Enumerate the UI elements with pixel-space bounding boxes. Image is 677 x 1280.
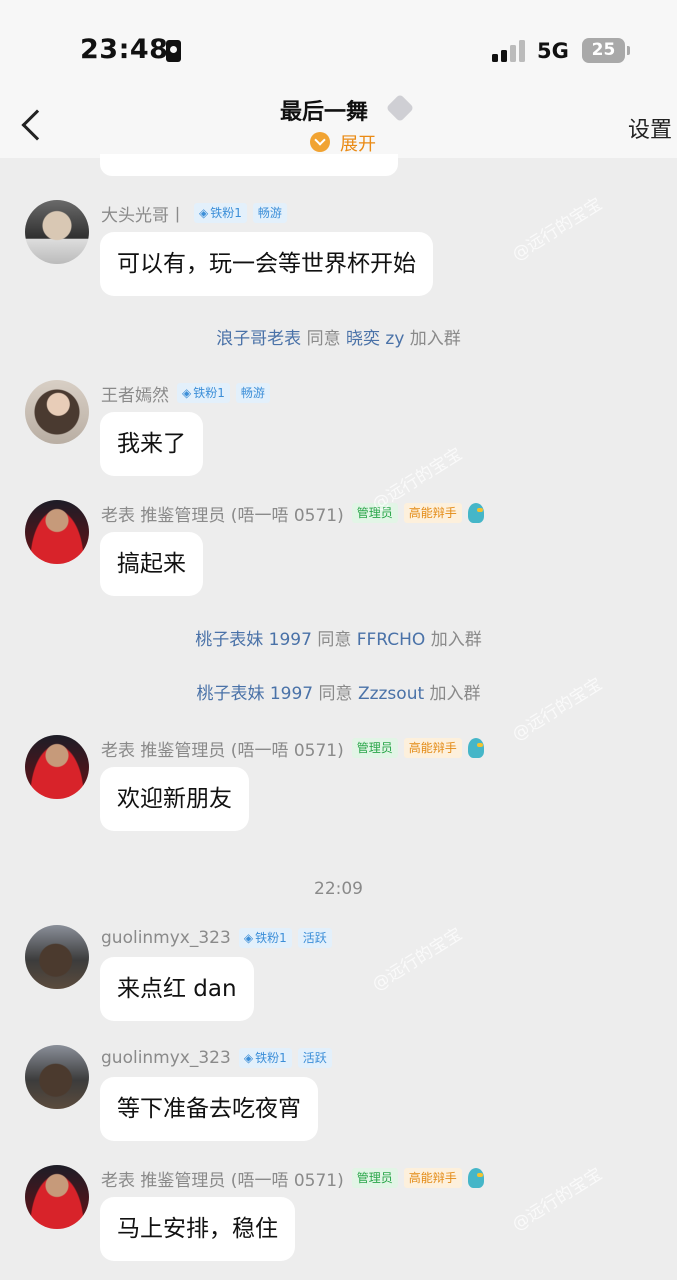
- system-action: 加入群: [430, 630, 482, 650]
- invitee-name[interactable]: FFRCHO: [357, 630, 426, 650]
- fan-level-badge: 铁粉1: [177, 383, 230, 403]
- sender-name[interactable]: 老表 推鉴管理员 (唔一唔 0571): [101, 501, 344, 526]
- avatar[interactable]: [25, 925, 89, 989]
- parrot-icon: [467, 503, 484, 523]
- group-title[interactable]: 最后一舞: [280, 94, 368, 126]
- debater-badge: 高能辩手: [403, 503, 462, 523]
- system-verb: 同意: [306, 329, 341, 349]
- avatar[interactable]: [25, 380, 89, 444]
- invitee-name[interactable]: 晓奕 zy: [346, 329, 404, 349]
- sender-row: 老表 推鉴管理员 (唔一唔 0571) 管理员 高能辩手: [101, 1165, 484, 1191]
- settings-button[interactable]: 设置: [628, 112, 672, 144]
- sender-name[interactable]: 老表 推鉴管理员 (唔一唔 0571): [101, 736, 344, 761]
- system-verb: 同意: [318, 684, 353, 704]
- sender-row: 老表 推鉴管理员 (唔一唔 0571) 管理员 高能辩手: [101, 735, 484, 761]
- watermark: @远行的宝宝: [508, 194, 606, 266]
- sender-row: guolinmyx_323 铁粉1 活跃: [101, 925, 332, 951]
- message-bubble[interactable]: 搞起来: [100, 532, 203, 596]
- watermark: @远行的宝宝: [508, 1164, 606, 1236]
- debater-badge: 高能辩手: [403, 1168, 462, 1188]
- sender-row: 大头光哥丨 铁粉1 畅游: [101, 200, 287, 226]
- message-bubble[interactable]: 欢迎新朋友: [100, 767, 249, 831]
- system-action: 加入群: [409, 329, 461, 349]
- parrot-icon: [467, 1168, 484, 1188]
- system-join-notice: 桃子表妹 1997 同意 FFRCHO 加入群: [0, 625, 677, 650]
- battery-icon: 25: [582, 38, 625, 63]
- message-bubble[interactable]: 可以有，玩一会等世界杯开始: [100, 232, 433, 296]
- cellular-signal-icon: [492, 40, 526, 62]
- sender-name[interactable]: guolinmyx_323: [101, 928, 231, 948]
- orientation-lock-icon: [166, 40, 181, 62]
- activity-badge: 畅游: [235, 383, 270, 403]
- clock: 23:48: [80, 34, 169, 65]
- message-bubble[interactable]: 来点红 dan: [100, 957, 254, 1021]
- fan-level-badge: 铁粉1: [194, 203, 247, 223]
- avatar[interactable]: [25, 200, 89, 264]
- chat-header: 最后一舞 展开 设置: [0, 93, 677, 158]
- avatar[interactable]: [25, 1045, 89, 1109]
- message-bubble[interactable]: 马上安排，稳住: [100, 1197, 295, 1261]
- admin-badge: 管理员: [351, 1168, 398, 1188]
- watermark: @远行的宝宝: [368, 924, 466, 996]
- chevron-down-icon: [310, 132, 330, 152]
- network-type: 5G: [537, 39, 569, 63]
- activity-badge: 活跃: [297, 1048, 332, 1068]
- activity-badge: 活跃: [297, 928, 332, 948]
- system-join-notice: 浪子哥老表 同意 晓奕 zy 加入群: [0, 324, 677, 349]
- message-bubble[interactable]: 我来了: [100, 412, 203, 476]
- avatar[interactable]: [25, 735, 89, 799]
- sender-name[interactable]: 王者嫣然: [101, 381, 169, 406]
- avatar[interactable]: [25, 500, 89, 564]
- inviter-name[interactable]: 浪子哥老表: [216, 329, 301, 349]
- admin-badge: 管理员: [351, 738, 398, 758]
- expand-label: 展开: [340, 134, 376, 155]
- fan-level-badge: 铁粉1: [238, 928, 292, 948]
- sender-row: 老表 推鉴管理员 (唔一唔 0571) 管理员 高能辩手: [101, 500, 484, 526]
- system-verb: 同意: [317, 630, 352, 650]
- system-action: 加入群: [429, 684, 481, 704]
- debater-badge: 高能辩手: [403, 738, 462, 758]
- inviter-name[interactable]: 桃子表妹 1997: [195, 630, 312, 650]
- sender-row: 王者嫣然 铁粉1 畅游: [101, 380, 270, 406]
- message-bubble[interactable]: 等下准备去吃夜宵: [100, 1077, 318, 1141]
- sender-name[interactable]: guolinmyx_323: [101, 1048, 231, 1068]
- battery-cap: [627, 46, 630, 55]
- sender-name[interactable]: 老表 推鉴管理员 (唔一唔 0571): [101, 1166, 344, 1191]
- sender-name[interactable]: 大头光哥丨: [101, 201, 186, 226]
- inviter-name[interactable]: 桃子表妹 1997: [196, 684, 313, 704]
- sender-row: guolinmyx_323 铁粉1 活跃: [101, 1045, 332, 1071]
- status-bar: 23:48 5G 25: [0, 0, 677, 100]
- message-bubble-previous[interactable]: [100, 154, 398, 176]
- invitee-name[interactable]: Zzzsout: [358, 684, 424, 704]
- activity-badge: 畅游: [252, 203, 287, 223]
- parrot-icon: [467, 738, 484, 758]
- fan-level-badge: 铁粉1: [238, 1048, 292, 1068]
- back-chevron-icon[interactable]: [21, 109, 53, 141]
- time-divider: 22:09: [314, 879, 363, 899]
- avatar[interactable]: [25, 1165, 89, 1229]
